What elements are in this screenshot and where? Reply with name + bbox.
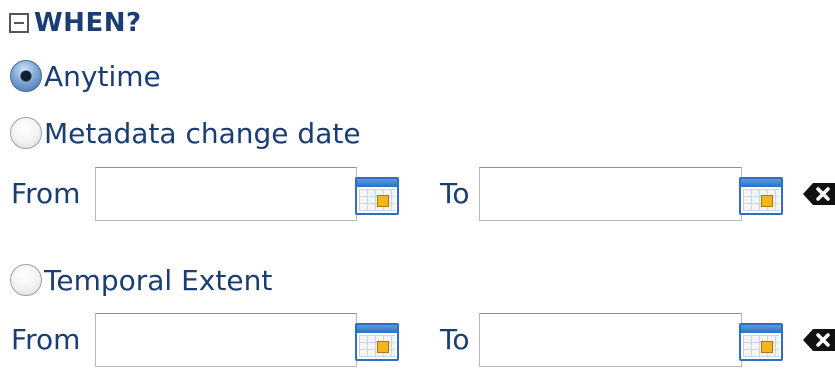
metadata-to-label: To — [440, 177, 470, 210]
calendar-icon[interactable] — [739, 323, 783, 361]
temporal-from-input[interactable] — [95, 313, 357, 367]
minus-box-icon[interactable] — [9, 13, 29, 33]
radio-metadata-change-date[interactable] — [10, 117, 42, 149]
radio-option-anytime[interactable]: Anytime — [10, 56, 161, 96]
radio-label-anytime: Anytime — [44, 59, 161, 93]
metadata-date-range: From To — [11, 167, 835, 227]
section-header: WHEN? — [9, 6, 142, 40]
metadata-from-label: From — [11, 177, 81, 210]
radio-label-metadata-change-date: Metadata change date — [44, 116, 361, 150]
radio-anytime[interactable] — [10, 60, 42, 92]
temporal-from-label: From — [11, 323, 81, 356]
when-panel: WHEN? Anytime Metadata change date From … — [0, 0, 835, 369]
temporal-to-input[interactable] — [479, 313, 742, 367]
calendar-icon[interactable] — [739, 177, 783, 215]
calendar-icon[interactable] — [355, 323, 399, 361]
temporal-to-label: To — [440, 323, 470, 356]
metadata-from-input[interactable] — [95, 167, 357, 221]
metadata-to-input[interactable] — [479, 167, 742, 221]
clear-backspace-icon[interactable] — [801, 180, 835, 208]
radio-option-metadata-change-date[interactable]: Metadata change date — [10, 113, 361, 153]
radio-option-temporal-extent[interactable]: Temporal Extent — [10, 260, 272, 300]
radio-label-temporal-extent: Temporal Extent — [44, 263, 273, 297]
section-title: WHEN? — [34, 8, 142, 38]
clear-backspace-icon[interactable] — [801, 326, 835, 354]
radio-temporal-extent[interactable] — [10, 264, 42, 296]
temporal-date-range: From To — [11, 313, 835, 369]
calendar-icon[interactable] — [355, 177, 399, 215]
